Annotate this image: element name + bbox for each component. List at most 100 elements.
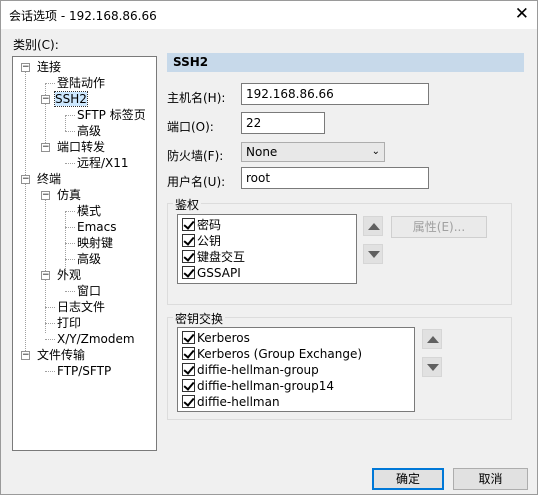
tree-item-label: 仿真 xyxy=(57,188,82,202)
collapse-icon[interactable]: − xyxy=(41,191,50,200)
tree-item-port-forwarding[interactable]: 端口转发 xyxy=(57,139,105,155)
move-up-button[interactable] xyxy=(422,329,442,349)
collapse-icon[interactable]: − xyxy=(41,95,50,104)
list-item-label: Kerberos xyxy=(197,331,250,345)
tree-item-connection[interactable]: 连接 xyxy=(37,59,61,75)
hostname-field[interactable]: 192.168.86.66 xyxy=(241,83,429,105)
tree-item-emulation[interactable]: 仿真 xyxy=(57,187,81,203)
properties-button[interactable]: 属性(E)... xyxy=(391,216,487,238)
tree-item-emacs[interactable]: Emacs xyxy=(77,219,116,235)
arrow-down-icon xyxy=(427,364,439,371)
arrow-down-icon xyxy=(368,251,380,258)
tree-line xyxy=(65,115,66,131)
tree-item-label: 打印 xyxy=(57,316,82,330)
collapse-icon[interactable]: − xyxy=(41,143,50,152)
title-bar: 会话选项 - 192.168.86.66 ✕ xyxy=(1,1,537,29)
firewall-select[interactable]: None ⌄ xyxy=(241,142,385,162)
list-item[interactable]: Kerberos (Group Exchange) xyxy=(182,346,362,362)
list-item-label: diffie-hellman xyxy=(197,395,280,409)
category-tree[interactable]: − − − − − − − 连接 登陆动作 SSH2 SFTP 标签页 高级 端… xyxy=(12,56,157,451)
collapse-icon[interactable]: − xyxy=(41,271,50,280)
firewall-label: 防火墙(F): xyxy=(167,149,224,163)
tree-item-emulation-advanced[interactable]: 高级 xyxy=(77,251,101,267)
port-field[interactable]: 22 xyxy=(241,112,325,134)
checkbox-checked-icon[interactable] xyxy=(182,379,195,392)
tree-item-file-transfer[interactable]: 文件传输 xyxy=(37,347,85,363)
tree-item-label: SSH2 xyxy=(54,91,88,107)
list-item[interactable]: 公钥 xyxy=(182,233,221,249)
tree-item-mapped-keys[interactable]: 映射键 xyxy=(77,235,113,251)
tree-line xyxy=(65,211,75,212)
collapse-icon[interactable]: − xyxy=(21,351,30,360)
checkbox-checked-icon[interactable] xyxy=(182,266,195,279)
tree-line xyxy=(65,243,75,244)
list-item[interactable]: Kerberos xyxy=(182,330,250,346)
tree-item-ftp-sftp[interactable]: FTP/SFTP xyxy=(57,363,111,379)
tree-item-sftp-tab[interactable]: SFTP 标签页 xyxy=(77,107,146,123)
move-down-button[interactable] xyxy=(422,357,442,377)
checkbox-checked-icon[interactable] xyxy=(182,363,195,376)
cancel-button[interactable]: 取消 xyxy=(453,468,528,490)
list-item-label: diffie-hellman-group14 xyxy=(197,379,335,393)
ok-button[interactable]: 确定 xyxy=(372,468,444,490)
tree-item-login-actions[interactable]: 登陆动作 xyxy=(57,75,105,91)
checkbox-checked-icon[interactable] xyxy=(182,234,195,247)
auth-list[interactable]: 密码 公钥 键盘交互 GSSAPI xyxy=(177,214,357,284)
checkbox-checked-icon[interactable] xyxy=(182,250,195,263)
list-item[interactable]: 密码 xyxy=(182,217,221,233)
tree-item-label: 模式 xyxy=(77,204,102,218)
kex-list[interactable]: Kerberos Kerberos (Group Exchange) diffi… xyxy=(177,327,415,412)
tree-line xyxy=(65,227,75,228)
tree-item-label: 文件传输 xyxy=(37,348,86,362)
tree-item-label: 连接 xyxy=(37,60,62,74)
tree-item-window[interactable]: 窗口 xyxy=(77,283,101,299)
tree-item-label: 终端 xyxy=(37,172,62,186)
list-item[interactable]: GSSAPI xyxy=(182,265,241,281)
tree-item-label: 高级 xyxy=(77,124,102,138)
collapse-icon[interactable]: − xyxy=(21,63,30,72)
tree-item-ssh2[interactable]: SSH2 xyxy=(54,91,88,107)
tree-line xyxy=(45,83,46,147)
move-down-button[interactable] xyxy=(363,244,383,264)
tree-item-ssh2-advanced[interactable]: 高级 xyxy=(77,123,101,139)
username-field[interactable]: root xyxy=(241,167,429,189)
tree-item-label: 外观 xyxy=(57,268,82,282)
collapse-icon[interactable]: − xyxy=(21,175,30,184)
list-item-label: 密码 xyxy=(197,218,222,232)
tree-line xyxy=(45,195,46,333)
tree-item-terminal[interactable]: 终端 xyxy=(37,171,61,187)
tree-item-label: X/Y/Zmodem xyxy=(57,332,135,346)
list-item[interactable]: diffie-hellman-group14 xyxy=(182,378,334,394)
chevron-down-icon: ⌄ xyxy=(371,146,380,157)
kex-group-title: 密钥交换 xyxy=(173,310,226,327)
checkbox-checked-icon[interactable] xyxy=(182,331,195,344)
list-item-label: 键盘交互 xyxy=(197,250,246,264)
tree-item-label: 远程/X11 xyxy=(77,156,129,170)
list-item-label: diffie-hellman-group xyxy=(197,363,319,377)
list-item-label: Kerberos (Group Exchange) xyxy=(197,347,363,361)
tree-item-remote-x11[interactable]: 远程/X11 xyxy=(77,155,129,171)
tree-item-appearance[interactable]: 外观 xyxy=(57,267,81,283)
tree-item-label: 窗口 xyxy=(77,284,102,298)
section-header: SSH2 xyxy=(167,53,524,72)
tree-line xyxy=(45,307,55,308)
firewall-value: None xyxy=(246,145,278,159)
tree-item-label: 端口转发 xyxy=(57,140,106,154)
list-item[interactable]: diffie-hellman-group xyxy=(182,362,319,378)
checkbox-checked-icon[interactable] xyxy=(182,218,195,231)
tree-item-printing[interactable]: 打印 xyxy=(57,315,81,331)
arrow-up-icon xyxy=(427,336,439,343)
tree-line xyxy=(45,83,55,84)
tree-item-log-file[interactable]: 日志文件 xyxy=(57,299,105,315)
tree-item-modes[interactable]: 模式 xyxy=(77,203,101,219)
list-item[interactable]: 键盘交互 xyxy=(182,249,245,265)
list-item[interactable]: diffie-hellman xyxy=(182,394,280,410)
checkbox-checked-icon[interactable] xyxy=(182,347,195,360)
move-up-button[interactable] xyxy=(363,216,383,236)
checkbox-checked-icon[interactable] xyxy=(182,395,195,408)
tree-item-label: FTP/SFTP xyxy=(57,364,112,378)
list-item-label: 公钥 xyxy=(197,234,222,248)
tree-line xyxy=(45,323,55,324)
tree-item-xyzmodem[interactable]: X/Y/Zmodem xyxy=(57,331,135,347)
close-icon[interactable]: ✕ xyxy=(515,4,529,24)
